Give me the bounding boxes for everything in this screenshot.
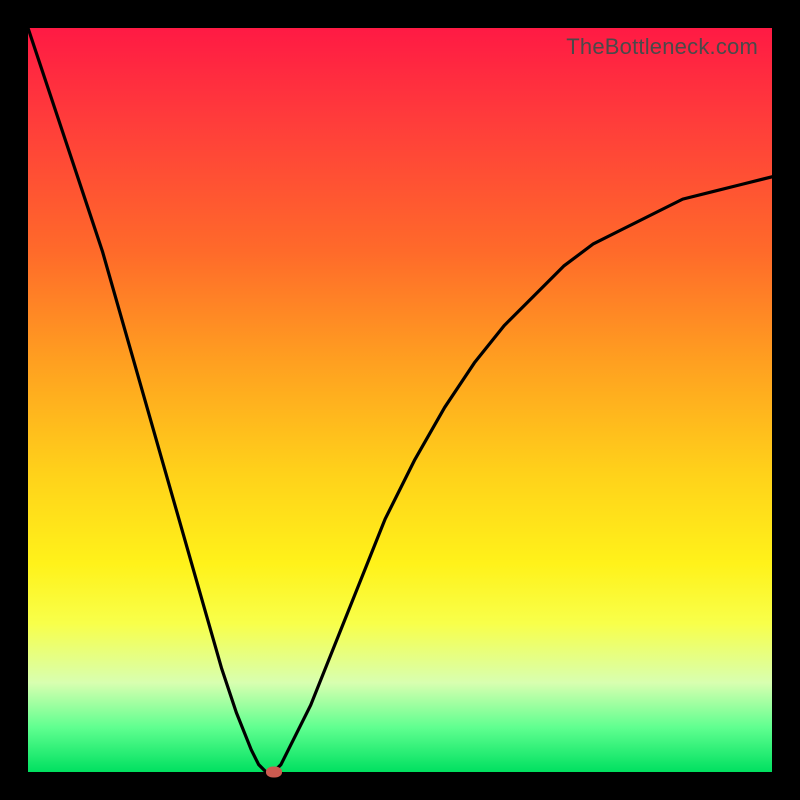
bottleneck-curve (28, 28, 772, 772)
chart-frame: TheBottleneck.com (0, 0, 800, 800)
optimal-point-marker (266, 767, 282, 778)
plot-area: TheBottleneck.com (28, 28, 772, 772)
